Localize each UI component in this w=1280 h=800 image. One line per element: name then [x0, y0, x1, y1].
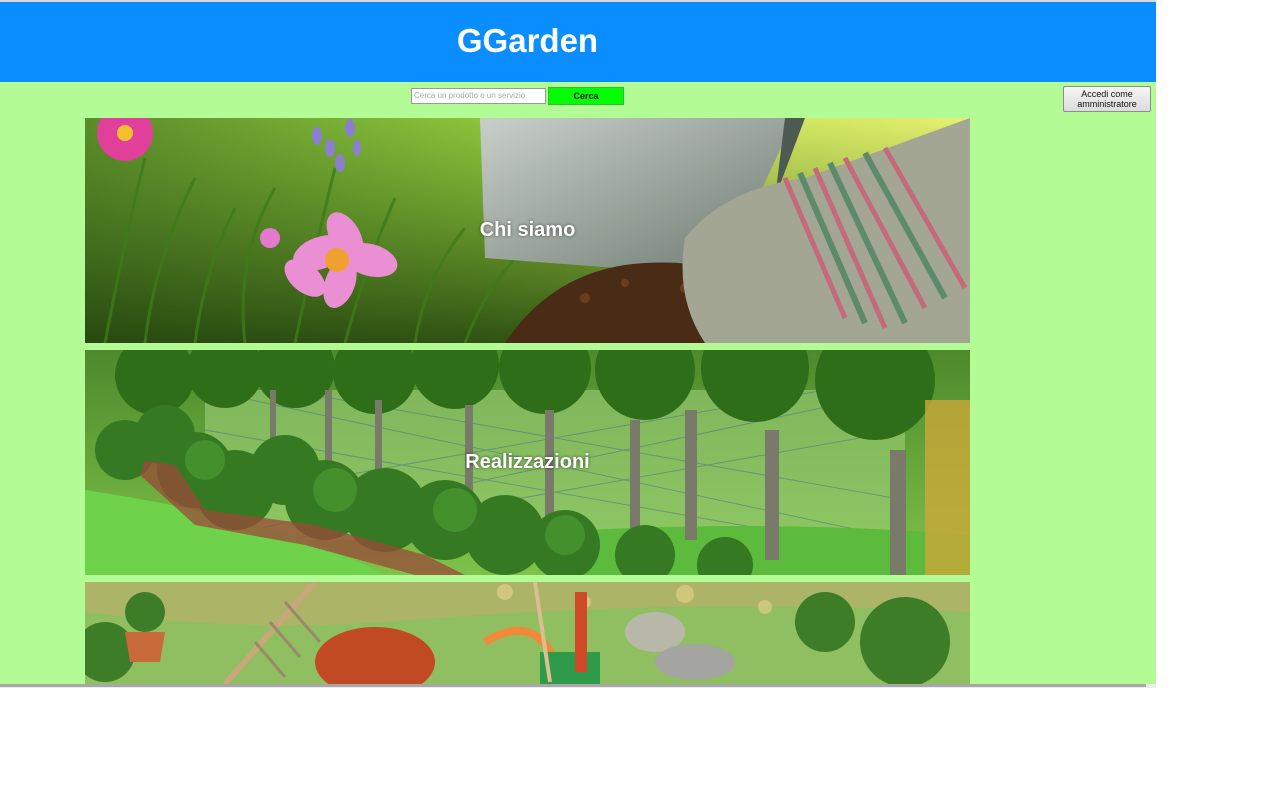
- banner-third[interactable]: [85, 582, 970, 684]
- site-title: GGarden: [456, 22, 599, 59]
- banner-realizzazioni-label: Realizzazioni: [465, 451, 590, 473]
- horizontal-scrollbar[interactable]: [0, 684, 1156, 688]
- search-input[interactable]: [411, 88, 546, 104]
- page-viewport: GGarden Cerca Accedi come amministratore: [0, 0, 1156, 684]
- site-header: GGarden: [0, 2, 1156, 82]
- search-button[interactable]: Cerca: [548, 87, 624, 105]
- banner-third-label: [85, 582, 970, 684]
- horizontal-scrollbar-thumb[interactable]: [0, 684, 1146, 687]
- banner-chi-siamo[interactable]: Chi siamo: [85, 118, 970, 343]
- banner-chi-siamo-label: Chi siamo: [479, 219, 576, 241]
- banner-realizzazioni[interactable]: Realizzazioni: [85, 350, 970, 575]
- admin-login-button[interactable]: Accedi come amministratore: [1063, 86, 1151, 112]
